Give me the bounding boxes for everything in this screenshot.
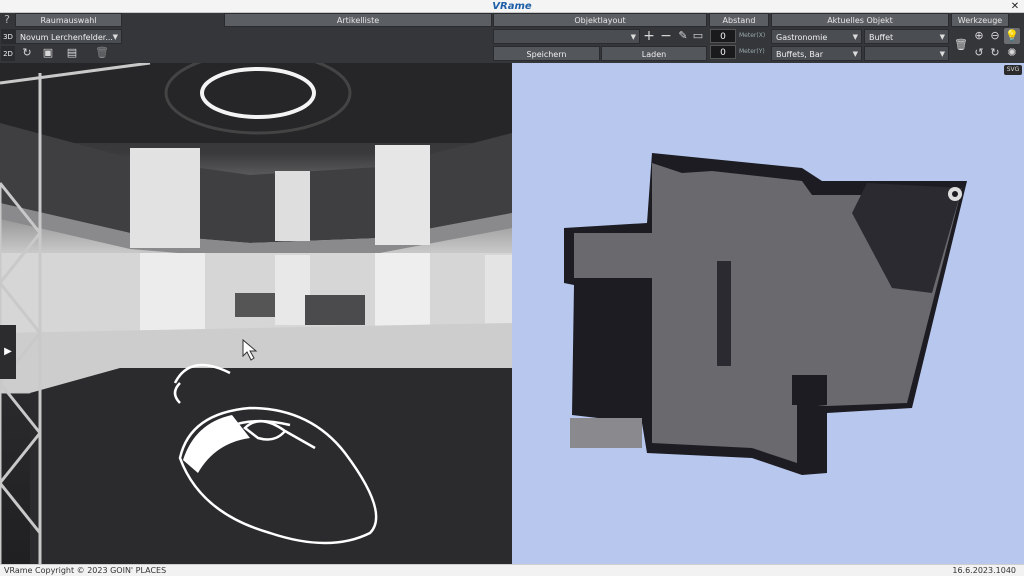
floorplan (564, 153, 967, 475)
distance-x-unit: Meter(X) (739, 32, 766, 39)
status-bar: VRame Copyright © 2023 GOIN' PLACES 16.6… (0, 564, 1024, 576)
chevron-right-icon[interactable]: ▶ (0, 325, 16, 379)
lightbulb-icon[interactable]: 💡 (1004, 28, 1020, 44)
view-2d-floorplan[interactable]: SVG (512, 63, 1024, 564)
object-layout-dropdown[interactable]: ▼ (493, 29, 640, 44)
edit-icon[interactable]: ✎ (675, 28, 691, 44)
svg-export-badge[interactable]: SVG (1004, 65, 1022, 75)
chevron-down-icon: ▼ (852, 50, 858, 58)
distance-y-unit: Meter(Y) (739, 48, 765, 55)
view-3d[interactable]: ▶ (0, 63, 512, 564)
app-window: VRame ✕ ? 3D 2D Raumauswahl Novum Lerche… (0, 0, 1024, 576)
trash-icon[interactable]: 🗑 (953, 37, 969, 53)
bar-counter (305, 295, 365, 325)
tools-header: Werkzeuge (951, 13, 1009, 27)
load-layout-button[interactable]: Laden (601, 46, 707, 61)
pillar (275, 171, 310, 241)
trash-icon[interactable]: 🗑 (94, 45, 110, 61)
room-select-dropdown[interactable]: Novum Lerchenfelder... ▼ (15, 29, 122, 44)
object-layout-header: Objektlayout (493, 13, 707, 27)
ceiling (0, 63, 512, 143)
object-subcategory-value: Buffets, Bar (776, 50, 824, 59)
article-list-header[interactable]: Artikelliste (224, 13, 492, 27)
object-variant-dropdown[interactable]: ▼ (864, 46, 949, 61)
remove-icon[interactable]: − (658, 28, 674, 44)
app-title: VRame (492, 1, 532, 12)
object-type-dropdown[interactable]: Buffet ▼ (864, 29, 949, 44)
object-subcategory-dropdown[interactable]: Buffets, Bar ▼ (771, 46, 862, 61)
current-object-header: Aktuelles Objekt (771, 13, 949, 27)
chevron-down-icon: ▼ (939, 33, 945, 41)
folder-open-icon[interactable]: ▤ (64, 45, 80, 61)
pillar (130, 148, 200, 248)
column (375, 253, 430, 333)
column (275, 255, 310, 325)
toolbar: ? 3D 2D Raumauswahl Novum Lerchenfelder.… (0, 13, 1024, 63)
distance-y-input[interactable]: 0 (710, 45, 736, 59)
undo-icon[interactable]: ↺ (971, 45, 987, 61)
search-icon (952, 191, 958, 197)
wall-segment (792, 375, 827, 405)
chevron-down-icon: ▼ (939, 50, 945, 58)
zoom-in-icon[interactable]: ⊕ (971, 28, 987, 44)
distance-x-input[interactable]: 0 (710, 29, 736, 43)
scene-3d (0, 63, 512, 564)
corridor (570, 418, 642, 448)
wall-segment (717, 261, 731, 366)
redo-icon[interactable]: ↻ (987, 45, 1003, 61)
counter (235, 293, 275, 317)
object-category-dropdown[interactable]: Gastronomie ▼ (771, 29, 862, 44)
copyright-text: VRame Copyright © 2023 GOIN' PLACES (4, 566, 167, 575)
lightbulb-glow-icon[interactable]: ✺ (1004, 45, 1020, 61)
object-category-value: Gastronomie (776, 33, 828, 42)
add-icon[interactable]: + (641, 28, 657, 44)
pillar (375, 145, 430, 245)
object-type-value: Buffet (869, 33, 894, 42)
chevron-down-icon: ▼ (112, 33, 118, 41)
chevron-down-icon: ▼ (630, 33, 636, 41)
mode-2d-button[interactable]: 2D (1, 46, 15, 61)
close-icon[interactable]: ✕ (1008, 0, 1022, 13)
column (485, 255, 512, 325)
version-text: 16.6.2023.1040 (952, 566, 1016, 575)
room-select-header: Raumauswahl (15, 13, 122, 27)
column (140, 253, 205, 333)
mode-3d-button[interactable]: 3D (1, 29, 15, 44)
distance-header: Abstand (709, 13, 769, 27)
rotate-icon[interactable]: ↻ (19, 45, 35, 61)
room-select-value: Novum Lerchenfelder... (20, 33, 113, 42)
folder-add-icon[interactable]: ▣ (40, 45, 56, 61)
chevron-down-icon: ▼ (852, 33, 858, 41)
help-button[interactable]: ? (1, 13, 13, 27)
title-bar: VRame ✕ (0, 0, 1024, 13)
zoom-out-icon[interactable]: ⊖ (987, 28, 1003, 44)
folder-icon[interactable]: ▭ (690, 28, 706, 44)
save-layout-button[interactable]: Speichern (493, 46, 600, 61)
